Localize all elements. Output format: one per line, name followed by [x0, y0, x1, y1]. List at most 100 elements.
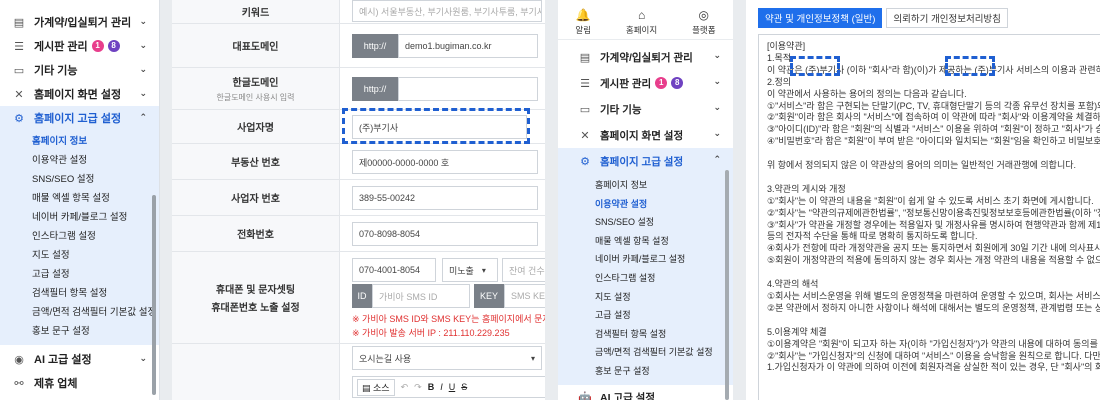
mobile-sub-item[interactable]: 검색필터 항목 설정 — [558, 325, 733, 344]
top-icon-0[interactable]: 🔔 알림 — [575, 8, 591, 39]
kr-domain-title: 한글도메인 — [232, 78, 279, 89]
strike-button[interactable]: S — [461, 382, 467, 392]
tab-request-privacy[interactable]: 의뢰하기 개인정보처리방침 — [886, 8, 1008, 28]
mobile-scrollbar[interactable] — [725, 170, 729, 400]
top-icon-1[interactable]: ⌂ 홈페이지 — [626, 8, 657, 39]
sms-id-input[interactable]: 가비아 SMS ID — [372, 284, 470, 308]
sidebar-sub-item[interactable]: SNS/SEO 설정 — [0, 170, 159, 189]
sidebar-item-1[interactable]: ☰ 게시판 관리 1 8 ⌄ — [0, 34, 159, 58]
keyword-label: 키워드 — [172, 0, 340, 23]
mobile-sub-item[interactable]: 매물 엑셀 항목 설정 — [558, 232, 733, 251]
undo-button[interactable]: ↶ — [401, 382, 409, 393]
map-select-row: 오시는길 사용 ▾ — [172, 344, 545, 372]
mobile-expose-select[interactable]: 미노출 ▾ — [442, 258, 498, 282]
mobile-sms-label: 휴대폰 및 문자셋팅 휴대폰번호 노출 설정 — [172, 252, 340, 343]
business-number-input[interactable]: 389-55-00242 — [352, 186, 538, 210]
mobile-sub-item[interactable]: 인스타그램 설정 — [558, 269, 733, 288]
phone-row: 전화번호 070-8098-8054 — [172, 216, 545, 252]
sidebar-sub-item[interactable]: 네이버 카페/블로그 설정 — [0, 208, 159, 227]
sidebar-item-label: 기타 기능 — [34, 65, 78, 77]
remaining-count-input[interactable]: 잔여 건수 — [502, 258, 545, 282]
sidebar-sub-item[interactable]: 홍보 문구 설정 — [0, 322, 159, 341]
kr-domain-prefix: http:// — [352, 77, 398, 101]
estate-number-input[interactable]: 제00000-0000-0000 호 — [352, 150, 538, 174]
mobile-menu-item-1[interactable]: ☰ 게시판 관리 1 8 ⌄ — [558, 70, 733, 96]
chevron-down-icon: ⌄ — [713, 50, 721, 60]
editor-source-button[interactable]: ▤ 소스 — [357, 378, 395, 396]
redo-button[interactable]: ↷ — [414, 382, 422, 393]
terms-line: ⑤회원이 개정약관의 적용에 동의하지 않는 경우 회사는 개정 약관의 내용을… — [767, 255, 1100, 266]
chevron-down-icon: ⌄ — [139, 16, 147, 26]
sidebar-bottom-item-1[interactable]: ⚯ 제휴 업체 — [0, 371, 159, 395]
sidebar-bottom-items: ◉ AI 고급 설정 ⌄ ⚯ 제휴 업체 — [0, 345, 159, 395]
domain-input[interactable]: demo1.bugiman.co.kr — [398, 34, 538, 58]
mobile-sub-item[interactable]: 고급 설정 — [558, 306, 733, 325]
mobile-sub-item[interactable]: 네이버 카페/블로그 설정 — [558, 250, 733, 269]
terms-line: 2.정의 — [767, 76, 792, 87]
sidebar-bottom-item-label: 제휴 업체 — [34, 378, 78, 390]
bold-button[interactable]: B — [428, 382, 435, 392]
map-select-value: 오시는길 사용 — [359, 353, 412, 364]
mobile-sub-item[interactable]: SNS/SEO 설정 — [558, 213, 733, 232]
mobile-sub-item[interactable]: 지도 설정 — [558, 288, 733, 307]
source-icon: ▤ — [362, 382, 371, 393]
sidebar-sub-item[interactable]: 지도 설정 — [0, 246, 159, 265]
kr-domain-input[interactable] — [398, 77, 538, 101]
sidebar-bottom-item-0[interactable]: ◉ AI 고급 설정 ⌄ — [0, 347, 159, 371]
mobile-menu-item-4[interactable]: ⚙ 홈페이지 고급 설정 ⌃ — [558, 148, 733, 174]
italic-button[interactable]: I — [440, 382, 443, 392]
terms-line: 3.약관의 게시와 개정 — [767, 183, 846, 194]
terms-textarea[interactable]: [이용약관] 1.목적 이 약관은 (주)부기사 (이하 "회사"라 함)(이)가 … — [758, 34, 1100, 400]
terms-line — [767, 267, 1099, 279]
mobile-sub-item[interactable]: 홍보 문구 설정 — [558, 362, 733, 381]
document-icon: ▤ — [13, 16, 25, 29]
list-icon: ☰ — [14, 40, 24, 53]
sidebar-sub-item[interactable]: 금액/면적 검색필터 기본값 설정 — [0, 303, 159, 322]
sidebar-sub-item[interactable]: 이용약관 설정 — [0, 151, 159, 170]
sms-key-input[interactable]: SMS KEY — [504, 284, 545, 308]
sidebar-item-label: 가계약/입실퇴거 관리 — [34, 17, 132, 29]
sidebar-item-4[interactable]: ⚙ 홈페이지 고급 설정 ⌃ — [0, 106, 159, 130]
chevron-down-icon: ⌃ — [713, 154, 721, 164]
mobile-menu-items: ▤ 가계약/입실퇴거 관리 ⌄ ☰ 게시판 관리 1 8 ⌄ ▭ 기타 기능 ⌄ ✕ 홈페이지 화면 설… — [558, 40, 733, 174]
mobile-menu-ai-cut[interactable]: 🤖 AI 고급 설정 — [558, 385, 733, 400]
terms-tabs: 약관 및 개인정보정책 (일반) 의뢰하기 개인정보처리방침 — [758, 8, 1012, 28]
top-icon-label: 홈페이지 — [625, 25, 658, 35]
sidebar-item-0[interactable]: ▤ 가계약/입실퇴거 관리 ⌄ — [0, 10, 159, 34]
keyword-input[interactable]: 예시) 서울부동산, 부기사원룸, 부기사투룸, 부기사부동 — [352, 0, 542, 22]
mobile-input[interactable]: 070-4001-8054 — [352, 258, 436, 282]
terms-line: ③"회사"가 약관을 개정할 경우에는 적용일자 및 개정사유를 명시하여 현행… — [767, 219, 1100, 230]
sidebar-sub-item[interactable]: 고급 설정 — [0, 265, 159, 284]
sidebar-item-2[interactable]: ▭ 기타 기능 ⌄ — [0, 58, 159, 82]
chevron-down-icon: ⌄ — [713, 128, 721, 138]
terms-line: 4.약관의 해석 — [767, 279, 819, 290]
terms-line: ④회사가 전항에 따라 개정약관을 공지 또는 통지하면서 회원에게 30일 기… — [767, 243, 1100, 254]
phone-input[interactable]: 070-8098-8054 — [352, 222, 538, 246]
sidebar-item-label: 게시판 관리 — [34, 41, 88, 53]
sidebar-scrollbar[interactable] — [152, 195, 156, 395]
sidebar-sub-item[interactable]: 홈페이지 정보 — [0, 132, 159, 151]
top-icon-2[interactable]: ◎ 플랫폼 — [692, 8, 715, 39]
terms-line — [767, 172, 1099, 184]
mobile-menu-item-2[interactable]: ▭ 기타 기능 ⌄ — [558, 96, 733, 122]
sidebar-sub-item[interactable]: 인스타그램 설정 — [0, 227, 159, 246]
mobile-sub-item[interactable]: 홈페이지 정보 — [558, 176, 733, 195]
underline-button[interactable]: U — [449, 382, 456, 392]
mobile-menu-item-label: 홈페이지 화면 설정 — [600, 129, 684, 142]
sidebar-top-items: ▤ 가계약/입실퇴거 관리 ⌄ ☰ 게시판 관리 1 8 ⌄ ▭ 기타 기능 ⌄ ✕ 홈페이지 화면 설… — [0, 0, 159, 130]
mobile-menu-item-3[interactable]: ✕ 홈페이지 화면 설정 ⌄ — [558, 122, 733, 148]
mobile-sub-item[interactable]: 금액/면적 검색필터 기본값 설정 — [558, 343, 733, 362]
phone-label: 전화번호 — [172, 216, 340, 251]
tab-general-terms[interactable]: 약관 및 개인정보정책 (일반) — [758, 8, 883, 28]
terms-panel: 약관 및 개인정보정책 (일반) 의뢰하기 개인정보처리방침 [이용약관] 1.목… — [746, 0, 1100, 400]
sidebar-sub-item[interactable]: 검색필터 항목 설정 — [0, 284, 159, 303]
sidebar-item-3[interactable]: ✕ 홈페이지 화면 설정 ⌄ — [0, 82, 159, 106]
chevron-down-icon: ⌄ — [139, 353, 147, 363]
mobile-menu-ai-label: AI 고급 설정 — [600, 392, 655, 400]
map-select[interactable]: 오시는길 사용 ▾ — [352, 346, 542, 370]
gear-icon: ⚙ — [580, 155, 590, 168]
mobile-sub-item[interactable]: 이용약관 설정 — [558, 195, 733, 214]
sms-id-tag: ID — [352, 284, 372, 308]
mobile-menu-item-0[interactable]: ▤ 가계약/입실퇴거 관리 ⌄ — [558, 44, 733, 70]
sidebar-sub-item[interactable]: 매물 엑셀 항목 설정 — [0, 189, 159, 208]
